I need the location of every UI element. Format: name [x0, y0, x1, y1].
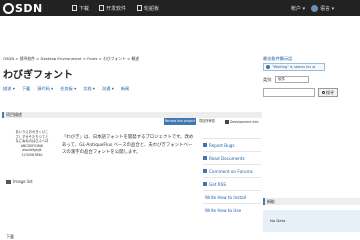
project-tabs: 描述 ▾ 下載 源代码 ▾ 任务板 ▾ 文档 ▾ 沟通 ▾ 新闻 — [3, 86, 129, 92]
logo-text: SDN — [15, 1, 43, 15]
project-links: Report Bugs Read Documents Comment on Fo… — [203, 138, 261, 216]
font-sample-image[interactable]: あいうえおかきくけこ さしすせそたちつてと なにぬねのはひふへほ ABCDEFG… — [6, 130, 58, 174]
bug-icon — [203, 143, 207, 147]
project-description: 「わびぎ」は、日本語フォントを開発するプロジェクトです。改めあって、GL-Ant… — [62, 135, 194, 155]
sample-line: 1234567890 — [21, 152, 43, 157]
development-info-link[interactable]: Development Info — [225, 118, 259, 125]
image-icon — [6, 179, 11, 184]
code-icon — [99, 5, 104, 11]
write-use-link[interactable]: Write How to Use — [203, 203, 261, 216]
sidebar-title[interactable]: 最佳軟件顯示話 — [263, 56, 292, 62]
nav-develop-software-label: 开发软件 — [106, 5, 127, 12]
search-button-label: 搜寻 — [326, 89, 334, 95]
report-bugs-link[interactable]: Report Bugs — [203, 138, 261, 151]
report-bugs-label: Report Bugs — [209, 142, 235, 148]
tab-news[interactable]: 新闻 — [121, 86, 129, 92]
section-heading: 项目描述 — [2, 112, 262, 118]
tab-source[interactable]: 源代码 ▾ — [37, 86, 53, 92]
info-icon — [266, 65, 270, 69]
nav-board[interactable]: 轮船板 — [137, 0, 159, 16]
account-menu-label: 帐户 ▾ — [291, 5, 306, 12]
flag-link[interactable]: 项目所审查 — [199, 118, 215, 125]
tab-docs[interactable]: 文档 ▾ — [83, 86, 95, 92]
write-install-link[interactable]: Write How to Install — [203, 190, 261, 203]
comment-icon — [203, 169, 207, 173]
document-icon — [203, 156, 207, 160]
download-heading: 下載 — [6, 234, 14, 239]
search-icon — [322, 91, 325, 94]
comment-forums-label: Comment on Forums — [209, 168, 253, 174]
top-navigation-bar: SDN 下載 开发软件 轮船板 帐户 ▾ 语言 ▾ — [0, 0, 360, 16]
image-list-label: Image list — [13, 179, 33, 184]
category-select[interactable]: 软件 — [275, 76, 309, 83]
board-icon — [137, 5, 142, 11]
read-documents-label: Read Documents — [209, 155, 245, 161]
search-category-label: 类别 — [263, 77, 272, 82]
breadcrumb[interactable]: OSDN > 搜寻软件 > Desktop Environment > Font… — [3, 56, 139, 62]
rss-icon — [203, 182, 207, 186]
download-icon — [72, 5, 77, 11]
language-menu[interactable]: 语言 ▾ — [311, 0, 334, 16]
tab-description[interactable]: 描述 ▾ — [3, 86, 15, 92]
read-documents-link[interactable]: Read Documents — [203, 151, 261, 164]
get-rss-link[interactable]: Get RSS — [203, 177, 261, 190]
nav-develop-software[interactable]: 开发软件 — [99, 0, 126, 16]
status-notice: "Waiting" is status for al — [263, 63, 325, 71]
search-input[interactable] — [263, 88, 315, 97]
status-text: "Waiting" is status for al — [272, 65, 316, 69]
comment-forums-link[interactable]: Comment on Forums — [203, 164, 261, 177]
logo-ring-icon — [3, 2, 14, 14]
tab-communication[interactable]: 沟通 ▾ — [102, 86, 114, 92]
review-project-button[interactable]: Review this project — [164, 118, 196, 125]
write-install-label: Write How to Install — [205, 194, 246, 200]
nav-download-label: 下載 — [79, 5, 90, 12]
tab-tasks[interactable]: 任务板 ▾ — [60, 86, 76, 92]
write-use-label: Write How to Use — [205, 207, 242, 213]
image-list-link[interactable]: Image list — [6, 178, 33, 185]
donate-no-data: No Data — [263, 210, 360, 232]
site-logo[interactable]: SDN — [3, 1, 43, 15]
avatar — [311, 4, 318, 12]
search-button[interactable]: 搜寻 — [318, 88, 338, 97]
development-info-label: Development Info — [230, 119, 259, 124]
language-menu-label: 语言 ▾ — [320, 5, 335, 12]
get-rss-label: Get RSS — [209, 181, 227, 187]
donate-heading: 捐助 — [263, 198, 360, 205]
account-menu[interactable]: 帐户 ▾ — [291, 0, 305, 16]
page-title: わびぎフォント — [3, 70, 73, 81]
nav-download[interactable]: 下載 — [72, 0, 89, 16]
nav-board-label: 轮船板 — [144, 5, 160, 12]
tab-download[interactable]: 下載 — [22, 86, 30, 92]
info-icon — [225, 119, 229, 124]
